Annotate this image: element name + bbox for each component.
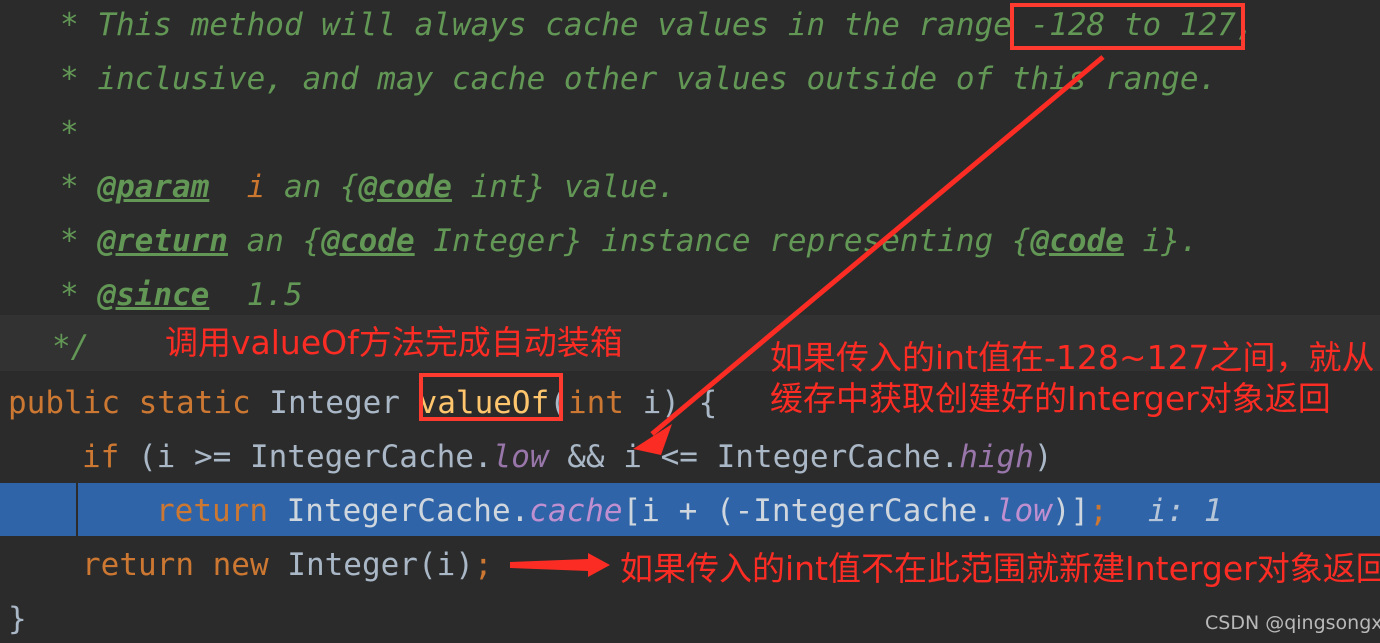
condition-part-a: (i >= IntegerCache. [119, 439, 493, 475]
javadoc-since-value: 1.5 [209, 277, 303, 313]
code-line-9[interactable]: if (i >= IntegerCache.low && i <= Intege… [0, 430, 1380, 484]
javadoc-text-5c: i}. [1123, 223, 1199, 259]
javadoc-text-4a: an { [265, 169, 359, 205]
expr-part-a: IntegerCache. [267, 493, 530, 529]
javadoc-tag-return: @return [97, 223, 228, 259]
closing-brace: } [8, 601, 27, 637]
code-line-6[interactable]: * @since 1.5 [0, 268, 1380, 322]
code-line-3[interactable]: * [0, 106, 1380, 160]
field-cache: cache [529, 493, 623, 529]
javadoc-asterisk: * [60, 169, 98, 205]
keyword-if: if [82, 439, 120, 475]
code-line-8[interactable]: public static Integer valueOf(int i) { [0, 376, 1380, 430]
close-paren-brace: ) { [661, 385, 718, 421]
code-lines[interactable]: * This method will always cache values i… [0, 0, 1380, 643]
javadoc-asterisk: * [60, 7, 79, 43]
condition-close: ) [1033, 439, 1053, 475]
expr-part-c: )] [1051, 493, 1090, 529]
javadoc-space [209, 169, 246, 205]
debugger-inline-hint: i: 1 [1147, 493, 1223, 529]
code-line-4[interactable]: * @param i an {@code int} value. [0, 160, 1380, 214]
method-name-valueof: valueOf [418, 385, 550, 421]
field-low: low [995, 493, 1052, 529]
code-line-2[interactable]: * inclusive, and may cache other values … [0, 52, 1380, 106]
keyword-new: new [193, 547, 269, 583]
javadoc-close: */ [52, 329, 90, 365]
javadoc-text-4b: int} value. [451, 169, 676, 205]
javadoc-text-1: This method will always cache values in … [78, 7, 1031, 43]
code-line-11[interactable]: return new Integer(i); [0, 538, 1380, 592]
expr-part-b: [i + (-IntegerCache. [622, 493, 996, 529]
code-line-5[interactable]: * @return an {@code Integer} instance re… [0, 214, 1380, 268]
javadoc-tag-code: @code [1030, 223, 1124, 259]
field-high: high [959, 439, 1034, 475]
javadoc-asterisk: * [60, 277, 98, 313]
keyword-return: return [156, 493, 268, 529]
keyword-int: int [567, 385, 624, 421]
param-i: i [623, 385, 662, 421]
javadoc-asterisk: * [60, 223, 98, 259]
keyword-public-static: public static [8, 385, 270, 421]
open-paren: ( [549, 385, 568, 421]
code-line-10[interactable]: return IntegerCache.cache[i + (-IntegerC… [0, 484, 1380, 538]
javadoc-range-value: -128 to 127, [1030, 7, 1255, 43]
javadoc-text-5a: an { [227, 223, 322, 259]
code-line-1[interactable]: * This method will always cache values i… [0, 0, 1380, 52]
javadoc-text-3: * [60, 115, 79, 151]
javadoc-text-5b: Integer} instance representing { [414, 223, 1031, 259]
javadoc-tag-since: @since [97, 277, 210, 313]
keyword-return: return [82, 547, 194, 583]
field-low: low [492, 439, 549, 475]
javadoc-tag-code: @code [321, 223, 415, 259]
javadoc-tag-code: @code [358, 169, 452, 205]
code-line-7[interactable]: */ [0, 320, 1380, 374]
javadoc-param-name: i [246, 169, 266, 205]
type-integer: Integer [269, 385, 419, 421]
javadoc-text-2: * inclusive, and may cache other values … [60, 61, 1218, 97]
code-line-12[interactable]: } [0, 592, 1380, 643]
constructor-call: Integer(i) [268, 547, 474, 583]
code-editor-screenshot: * This method will always cache values i… [0, 0, 1380, 643]
semicolon: ; [473, 547, 493, 583]
semicolon: ; [1089, 493, 1108, 529]
condition-part-b: && i <= IntegerCache. [548, 439, 960, 475]
javadoc-tag-param: @param [97, 169, 210, 205]
